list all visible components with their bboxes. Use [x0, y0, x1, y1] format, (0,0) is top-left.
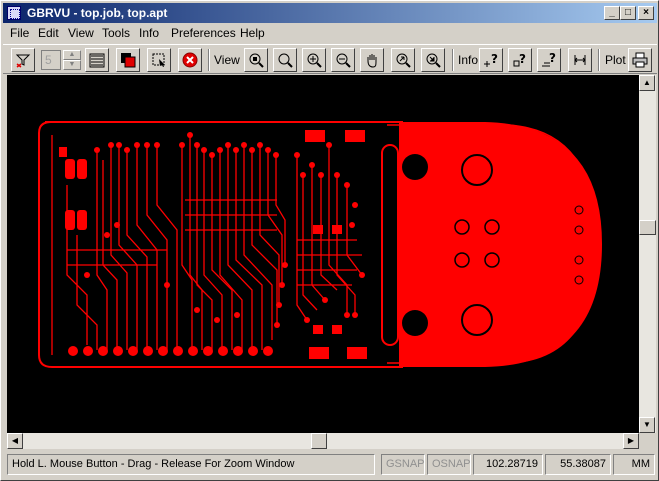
pan-hand-icon[interactable]: [360, 48, 384, 72]
scroll-up-button[interactable]: ▲: [639, 75, 655, 91]
zoom-window-icon[interactable]: [273, 48, 297, 72]
info-point-icon[interactable]: ?: [479, 48, 503, 72]
window-title: GBRVU - top.job, top.apt: [27, 6, 168, 20]
select-icon[interactable]: [147, 48, 171, 72]
info-box-icon[interactable]: ?: [537, 48, 561, 72]
horizontal-scrollbar[interactable]: ◀ ▶: [7, 433, 639, 449]
scroll-left-button[interactable]: ◀: [7, 433, 23, 449]
horizontal-scroll-thumb[interactable]: [311, 433, 327, 449]
info-label: Info: [458, 53, 479, 67]
menu-view[interactable]: View: [68, 26, 94, 40]
scroll-down-button[interactable]: ▼: [639, 417, 655, 433]
menu-bar: File Edit View Tools Info Preferences He…: [3, 24, 657, 43]
svg-text:?: ?: [549, 52, 556, 65]
svg-text:?: ?: [519, 52, 526, 66]
info-query-icon[interactable]: ?: [508, 48, 532, 72]
info-line-icon[interactable]: [568, 48, 592, 72]
svg-text:?: ?: [491, 52, 498, 66]
scroll-right-button[interactable]: ▶: [623, 433, 639, 449]
menu-edit[interactable]: Edit: [38, 26, 59, 40]
menu-info[interactable]: Info: [139, 26, 159, 40]
spin-down-button[interactable]: ▼: [63, 60, 81, 70]
gsnap-indicator[interactable]: GSNAP: [381, 454, 425, 475]
minimize-button[interactable]: _: [604, 6, 620, 20]
status-bar: Hold L. Mouse Button - Drag - Release Fo…: [3, 453, 657, 477]
layer-spin-input[interactable]: 5: [41, 50, 61, 70]
zoom-out-icon[interactable]: [331, 48, 355, 72]
toolbar-separator: [598, 49, 600, 71]
menu-file[interactable]: File: [10, 26, 29, 40]
units-indicator: MM: [613, 454, 655, 475]
view-label: View: [214, 53, 240, 67]
plot-label: Plot: [605, 53, 626, 67]
zoom-in-icon[interactable]: [302, 48, 326, 72]
vertical-scroll-thumb[interactable]: [639, 220, 656, 235]
pcb-drawing: [38, 121, 602, 368]
toolbar: 5 ▲ ▼ View Info ? ? ? Plot: [3, 44, 657, 74]
stop-icon[interactable]: [178, 48, 202, 72]
close-button[interactable]: ×: [638, 6, 654, 20]
layers-icon[interactable]: [85, 48, 109, 72]
x-coordinate: 102.28719: [473, 454, 543, 475]
zoom-fit-icon[interactable]: [244, 48, 268, 72]
drawing-canvas[interactable]: [7, 75, 639, 433]
menu-tools[interactable]: Tools: [102, 26, 130, 40]
app-icon[interactable]: [7, 6, 21, 20]
osnap-indicator[interactable]: OSNAP: [427, 454, 471, 475]
app-window: GBRVU - top.job, top.apt _ □ × File Edit…: [0, 0, 659, 481]
toolbar-separator: [452, 49, 454, 71]
menu-help[interactable]: Help: [240, 26, 265, 40]
spin-up-button[interactable]: ▲: [63, 50, 81, 60]
vertical-scrollbar[interactable]: ▲ ▼: [639, 75, 656, 433]
zoom-all-icon[interactable]: [421, 48, 445, 72]
zoom-previous-icon[interactable]: [391, 48, 415, 72]
menu-preferences[interactable]: Preferences: [171, 26, 236, 40]
y-coordinate: 55.38087: [545, 454, 611, 475]
filter-icon[interactable]: [11, 48, 35, 72]
toolbar-separator: [208, 49, 210, 71]
maximize-button[interactable]: □: [620, 6, 636, 20]
title-bar[interactable]: GBRVU - top.job, top.apt _ □ ×: [3, 3, 657, 23]
status-message: Hold L. Mouse Button - Drag - Release Fo…: [7, 454, 375, 475]
color-icon[interactable]: [116, 48, 140, 72]
print-icon[interactable]: [628, 48, 652, 72]
